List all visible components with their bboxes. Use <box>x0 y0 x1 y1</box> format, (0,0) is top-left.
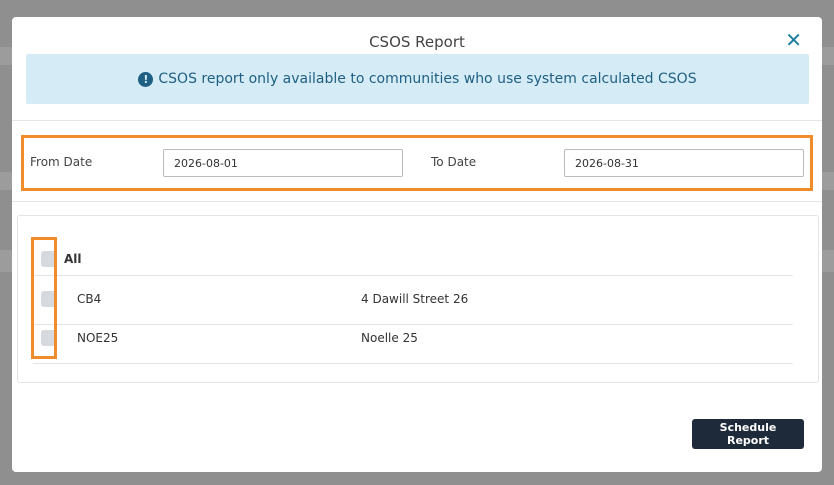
list-item: NOE25 Noelle 25 <box>33 325 793 364</box>
close-icon[interactable]: ✕ <box>785 30 802 50</box>
list-item-all: All <box>33 241 793 276</box>
all-label: All <box>64 252 82 266</box>
modal-title: CSOS Report <box>369 33 465 51</box>
schedule-report-button[interactable]: Schedule Report <box>692 419 804 449</box>
info-alert: ! CSOS report only available to communit… <box>26 54 809 104</box>
to-date-input[interactable] <box>564 149 804 177</box>
community-list: All CB4 4 Dawill Street 26 NOE25 Noelle … <box>17 215 819 383</box>
csos-report-modal: CSOS Report ✕ ! CSOS report only availab… <box>12 17 822 472</box>
alert-text: CSOS report only available to communitie… <box>158 71 697 87</box>
list-item: CB4 4 Dawill Street 26 <box>33 276 793 325</box>
community-name: Noelle 25 <box>361 331 418 345</box>
exclamation-circle-icon: ! <box>138 71 154 87</box>
community-name: 4 Dawill Street 26 <box>361 292 469 306</box>
from-date-input[interactable] <box>163 149 403 177</box>
divider <box>12 120 822 121</box>
select-all-checkbox[interactable] <box>41 251 57 267</box>
divider <box>12 201 822 202</box>
to-date-label: To Date <box>431 155 477 169</box>
from-date-label: From Date <box>30 155 93 169</box>
row-checkbox[interactable] <box>41 330 57 346</box>
date-range-row: From Date To Date <box>21 135 813 191</box>
community-code: NOE25 <box>77 331 119 345</box>
community-code: CB4 <box>77 292 102 306</box>
row-checkbox[interactable] <box>41 291 57 307</box>
